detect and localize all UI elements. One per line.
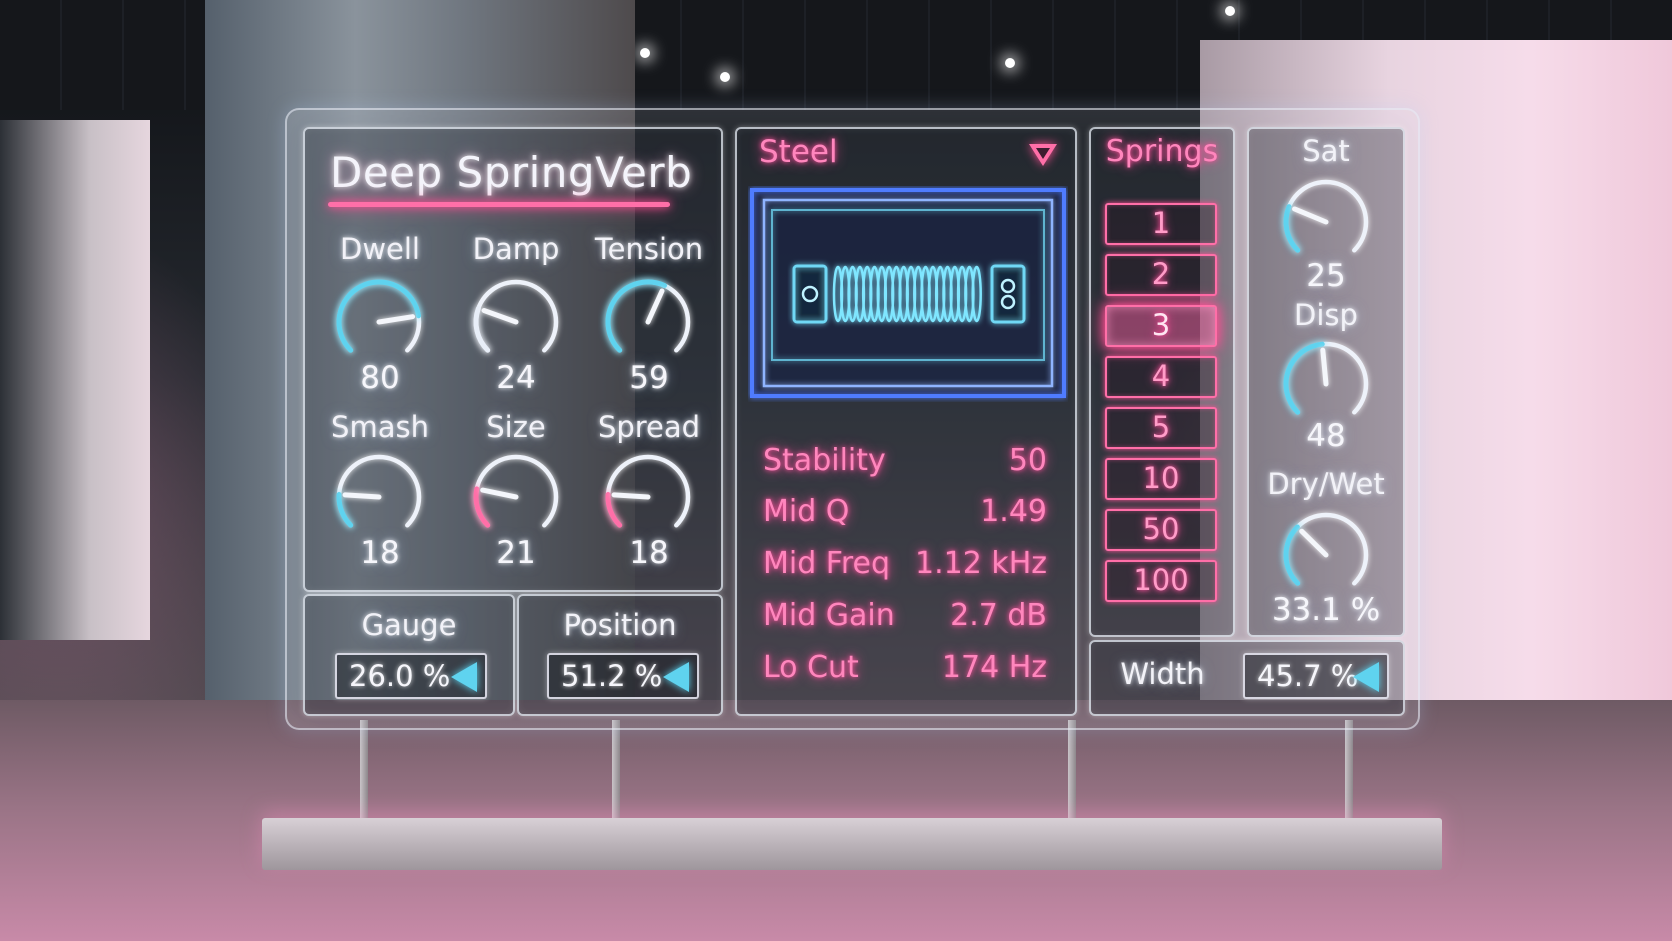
- gauge-label: Gauge: [361, 608, 457, 642]
- knob-pointer: [1320, 347, 1329, 387]
- param-name-lo-cut: Lo Cut: [763, 650, 859, 685]
- panel-leg: [360, 720, 368, 820]
- knob-value-spread: 18: [629, 535, 669, 571]
- knob-arc: [605, 454, 691, 528]
- knob-value-damp: 24: [496, 360, 536, 396]
- springs-option-2[interactable]: 2: [1105, 254, 1217, 296]
- knob-value-arc: [1283, 204, 1301, 253]
- material-dropdown[interactable]: Steel: [759, 134, 838, 170]
- knob-label-size: Size: [486, 410, 546, 444]
- damp-knob[interactable]: [466, 272, 566, 372]
- springs-option-3[interactable]: 3: [1105, 305, 1217, 347]
- knob-value-disp: 48: [1306, 418, 1346, 454]
- knob-value-sat: 25: [1306, 258, 1346, 294]
- param-value-mid-gain[interactable]: 2.7 dB: [950, 598, 1047, 633]
- knob-pointer: [1292, 206, 1329, 225]
- smash-knob[interactable]: [329, 447, 429, 547]
- panel-leg: [1345, 720, 1353, 820]
- panel-leg: [1068, 720, 1076, 820]
- width-label: Width: [1120, 657, 1205, 691]
- chevron-down-icon-inner: [1036, 148, 1050, 159]
- knob-value-dry-wet: 33.1 %: [1271, 592, 1381, 628]
- springs-label: Springs: [1105, 134, 1219, 169]
- wall-left: [0, 120, 150, 640]
- param-name-mid-freq: Mid Freq: [763, 546, 891, 581]
- param-name-stability: Stability: [763, 443, 886, 478]
- knob-value-tension: 59: [629, 360, 669, 396]
- springs-option-100[interactable]: 100: [1105, 560, 1217, 602]
- knob-value-dwell: 80: [360, 360, 400, 396]
- knob-label-smash: Smash: [331, 410, 429, 444]
- gauge-value: 26.0 %: [349, 659, 451, 693]
- dry-wet-knob[interactable]: [1276, 505, 1376, 605]
- knob-value-arc: [473, 305, 491, 353]
- knob-pointer: [481, 307, 519, 325]
- arrow-left-icon[interactable]: [1353, 662, 1379, 692]
- knob-arc: [473, 279, 559, 353]
- panel-leg: [612, 720, 620, 820]
- knob-pointer: [1299, 528, 1329, 558]
- knob-pointer: [376, 314, 416, 325]
- dwell-knob[interactable]: [329, 272, 429, 372]
- position-value: 51.2 %: [561, 659, 663, 693]
- param-value-stability[interactable]: 50: [1009, 443, 1047, 478]
- knob-label-dwell: Dwell: [339, 232, 420, 266]
- knob-label-spread: Spread: [597, 410, 701, 444]
- panel-base: [262, 818, 1442, 870]
- position-label: Position: [563, 608, 677, 642]
- ceiling-light: [1225, 6, 1235, 16]
- knob-value-size: 21: [496, 535, 536, 571]
- param-value-mid-q[interactable]: 1.49: [980, 494, 1047, 529]
- width-number-box[interactable]: 45.7 %: [1243, 653, 1389, 699]
- spread-knob[interactable]: [598, 447, 698, 547]
- springs-option-10[interactable]: 10: [1105, 458, 1217, 500]
- knob-label-damp: Damp: [472, 232, 560, 266]
- tension-knob[interactable]: [598, 272, 698, 372]
- knob-arc: [1283, 179, 1369, 253]
- knob-label-sat: Sat: [1302, 134, 1350, 168]
- knob-pointer: [480, 487, 519, 500]
- ceiling-light: [640, 48, 650, 58]
- springs-option-50[interactable]: 50: [1105, 509, 1217, 551]
- width-value: 45.7 %: [1257, 659, 1359, 693]
- param-value-lo-cut[interactable]: 174 Hz: [942, 650, 1047, 685]
- knob-pointer: [645, 288, 665, 325]
- ceiling-light: [720, 72, 730, 82]
- param-name-mid-q: Mid Q: [763, 494, 850, 529]
- springs-option-5[interactable]: 5: [1105, 407, 1217, 449]
- knob-value-arc: [1283, 524, 1301, 586]
- knob-pointer: [342, 492, 382, 500]
- plugin-title: Deep SpringVerb: [330, 148, 693, 197]
- knob-label-dry-wet: Dry/Wet: [1267, 467, 1385, 501]
- title-underline: [328, 202, 670, 207]
- knob-label-disp: Disp: [1294, 298, 1358, 332]
- springs-option-1[interactable]: 1: [1105, 203, 1217, 245]
- knob-label-tension: Tension: [594, 232, 704, 266]
- knob-pointer: [611, 492, 651, 500]
- springs-option-4[interactable]: 4: [1105, 356, 1217, 398]
- knob-value-arc: [1283, 341, 1325, 415]
- size-knob[interactable]: [466, 447, 566, 547]
- knob-arc: [336, 454, 422, 528]
- position-number-box[interactable]: 51.2 %: [547, 653, 699, 699]
- knob-value-arc: [336, 491, 354, 528]
- knob-value-smash: 18: [360, 535, 400, 571]
- param-value-mid-freq[interactable]: 1.12 kHz: [915, 546, 1047, 581]
- arrow-left-icon[interactable]: [663, 662, 689, 692]
- spring-tank-illustration: [748, 188, 1068, 398]
- gauge-number-box[interactable]: 26.0 %: [335, 653, 487, 699]
- sat-knob[interactable]: [1276, 172, 1376, 272]
- param-name-mid-gain: Mid Gain: [763, 598, 895, 633]
- knob-value-arc: [605, 491, 623, 528]
- knob-value-arc: [605, 279, 667, 353]
- arrow-left-icon[interactable]: [451, 662, 477, 692]
- knob-value-arc: [473, 486, 491, 528]
- ceiling-light: [1005, 58, 1015, 68]
